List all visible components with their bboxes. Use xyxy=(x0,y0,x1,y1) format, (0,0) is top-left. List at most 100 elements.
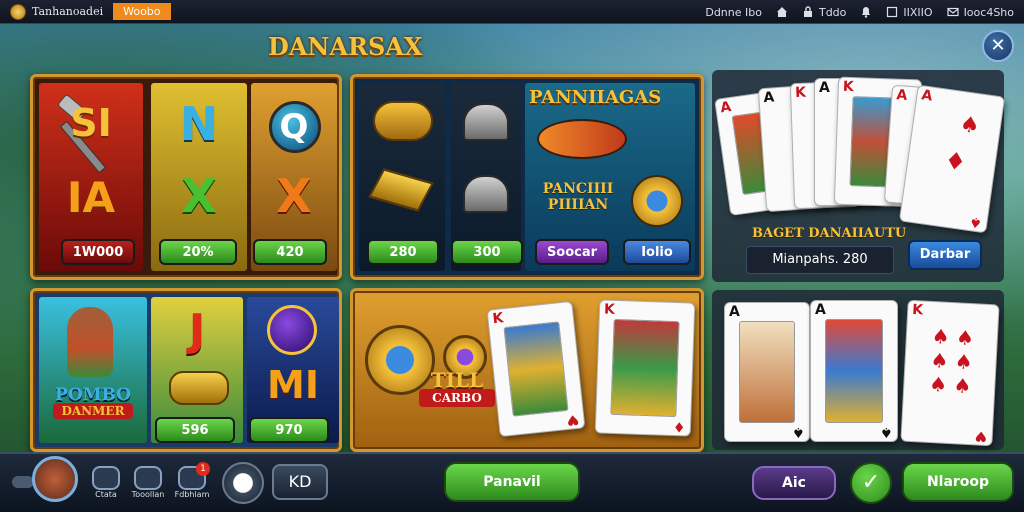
bottom-icon-label: Tooollan xyxy=(131,490,165,499)
card-panel-top[interactable]: A ♦ A ♠ K ♦ A ♠ K ♦ A ♦ A ♠ ♦ ♠ BAGET DA… xyxy=(712,70,1006,282)
aic-button[interactable]: Aic xyxy=(752,466,836,500)
bet-value-pill[interactable]: Soocar xyxy=(535,239,609,265)
card-face xyxy=(739,321,795,423)
card-rank: A xyxy=(762,89,775,107)
panavil-button[interactable]: Panavil xyxy=(444,462,580,502)
chat-icon xyxy=(92,466,120,490)
slot-panel-4[interactable]: POMBO DANMER J MI 596 970 xyxy=(30,288,342,452)
slot-panel-1[interactable]: SI IA N X Q X 1W000 20% 420 xyxy=(30,74,342,280)
bet-value-pill[interactable]: 300 xyxy=(451,239,523,265)
card-rank: K xyxy=(911,301,924,319)
character-avatar-icon xyxy=(67,307,113,377)
nav-item-bell[interactable] xyxy=(860,6,872,18)
bottom-bar: Ctata Tooollan Fdbhlam 1 KD Panavil Aic … xyxy=(0,452,1024,512)
card-rank: A xyxy=(815,302,826,318)
panel-label-title: BAGET DANAIIAUTU xyxy=(752,226,907,241)
reel-banner-line: DANMER xyxy=(53,403,133,419)
helmet-icon xyxy=(463,175,509,213)
card-rank: A xyxy=(920,87,934,105)
notification-badge: 1 xyxy=(196,462,210,476)
feature-sub-line: PIIIIAN xyxy=(547,197,609,213)
kd-label: KD xyxy=(288,472,312,491)
spade-pip-icon: ♠ xyxy=(958,111,982,140)
card-face xyxy=(503,321,569,417)
menu-toggle[interactable] xyxy=(12,476,34,488)
record-button[interactable] xyxy=(222,462,264,504)
play-button[interactable]: Nlaroop xyxy=(902,462,1014,502)
bet-value-pill[interactable]: 420 xyxy=(253,239,327,265)
card-rank-bottom: ♠ xyxy=(792,424,805,440)
card-face xyxy=(825,319,883,423)
playing-card[interactable]: K ♥ xyxy=(486,300,586,438)
card-rank: A xyxy=(729,304,740,320)
bottom-icon-label: Ctata xyxy=(95,490,117,499)
coin-stack-icon xyxy=(373,101,433,141)
reel-symbol: SI xyxy=(70,101,112,145)
bet-value-pill[interactable]: 280 xyxy=(367,239,439,265)
card-rank: A xyxy=(819,80,830,96)
promo-badge[interactable]: Woobo xyxy=(113,3,171,20)
top-nav: Ddnne Ibo Tddo IIXIIO Iooc4Sho xyxy=(705,0,1014,24)
feature-sub-line: PANCIIII xyxy=(542,181,614,197)
card-rank: K xyxy=(842,78,855,96)
card-icon xyxy=(887,6,898,18)
slot-panel-2[interactable]: PANNIIAGAS PANCIIII PIIIIAN 280 300 Sooc… xyxy=(350,74,704,280)
card-panel-middle[interactable]: TILL CARBO K ♥ K ♦ xyxy=(350,288,704,452)
feature-sub-banner: PANCIIII PIIIIAN xyxy=(533,181,623,213)
darbar-button[interactable]: Darbar xyxy=(908,240,982,270)
scroll-icon xyxy=(169,371,229,405)
home-icon xyxy=(776,7,787,17)
playing-card[interactable]: K ♦ xyxy=(594,299,696,437)
gold-bar-icon xyxy=(368,168,434,212)
combo-label-line: TILL xyxy=(430,368,484,392)
bet-value-pill[interactable]: 20% xyxy=(159,239,237,265)
reel-symbol: Q xyxy=(279,107,309,147)
card-rank: K xyxy=(603,301,616,318)
message-icon xyxy=(134,466,162,490)
nav-item-home[interactable] xyxy=(776,6,788,18)
close-button[interactable]: ✕ xyxy=(982,30,1014,62)
player-avatar[interactable] xyxy=(32,456,78,502)
playing-card[interactable]: A ♠ xyxy=(724,302,810,442)
reel-symbol: MI xyxy=(267,363,319,407)
card-rank-bottom: ♠ xyxy=(968,213,984,231)
spade-pips-icon: ♠ ♠ ♠ ♠ ♠ ♠ xyxy=(928,324,975,399)
nav-item-lock[interactable]: Tddo xyxy=(802,6,846,19)
playing-card[interactable]: A ♠ ♦ ♠ xyxy=(898,84,1006,234)
nav-item-label: Iooc4Sho xyxy=(963,5,1014,19)
card-rank-bottom: ♦ xyxy=(673,418,687,435)
diamond-pip-icon: ♦ xyxy=(942,146,969,177)
mail-icon xyxy=(946,7,959,17)
bell-icon xyxy=(862,7,871,18)
nav-item-mail[interactable]: Iooc4Sho xyxy=(946,5,1014,19)
reel-symbol: X xyxy=(181,169,217,223)
close-icon: ✕ xyxy=(990,35,1006,56)
kd-button[interactable]: KD xyxy=(272,464,328,500)
card-face xyxy=(610,318,680,418)
bottom-icon-chat[interactable]: Ctata xyxy=(88,466,124,499)
nav-item-gift[interactable]: Ddnne Ibo xyxy=(705,6,762,19)
playing-card[interactable]: A ♠ xyxy=(810,300,898,442)
helmet-icon xyxy=(463,103,509,141)
bottom-icon-message[interactable]: Tooollan xyxy=(128,466,168,499)
orb-icon xyxy=(267,305,317,355)
bet-value-pill[interactable]: 596 xyxy=(155,417,235,443)
playing-card[interactable]: K ♥ ♠ ♠ ♠ ♠ ♠ ♠ xyxy=(900,299,1000,447)
brand[interactable]: Tanhanoadei xyxy=(0,3,104,20)
bet-value-pill[interactable]: 1W000 xyxy=(61,239,135,265)
nav-item-cards[interactable]: IIXIIO xyxy=(886,5,933,19)
top-bar: Tanhanoadei Woobo Ddnne Ibo Tddo IIXIIO … xyxy=(0,0,1024,24)
nav-item-label: Tddo xyxy=(818,5,847,19)
reel-character: POMBO DANMER xyxy=(39,297,147,443)
bet-value-pill[interactable]: 970 xyxy=(249,417,329,443)
card-rank-bottom: ♥ xyxy=(974,427,989,445)
nav-item-label: IIXIIO xyxy=(903,5,933,19)
bet-value-pill[interactable]: Iolio xyxy=(623,239,691,265)
combo-label: TILL CARBO xyxy=(419,368,495,407)
brand-name: Tanhanoadei xyxy=(32,5,104,18)
card-panel-bottom[interactable]: A ♠ A ♠ K ♥ ♠ ♠ ♠ ♠ ♠ ♠ xyxy=(712,290,1004,450)
nav-item-label: Ddnne Ibo xyxy=(705,5,762,19)
reel-symbol: IA xyxy=(66,173,116,222)
confirm-button[interactable]: ✓ xyxy=(850,462,892,504)
feature-banner: PANNIIAGAS xyxy=(529,87,662,108)
